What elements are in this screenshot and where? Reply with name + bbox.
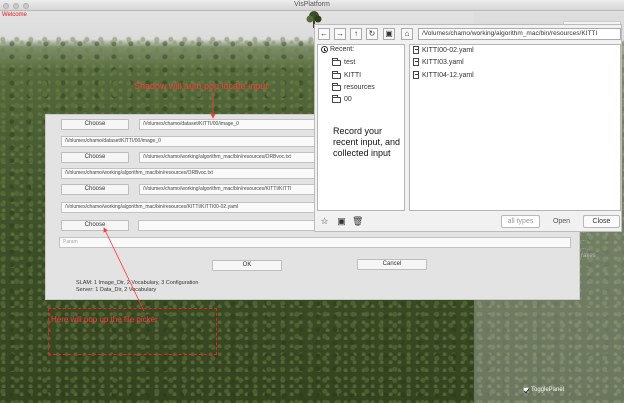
folder-icon — [332, 57, 341, 66]
extra-field[interactable] — [138, 220, 319, 231]
folder-icon — [332, 94, 341, 103]
image-dir-recent-field[interactable]: /Volumes/chamo/dataset/KITTI/00/image_0 — [61, 136, 319, 147]
forward-arrow-icon[interactable]: → — [334, 28, 346, 40]
star-icon[interactable]: ☆ — [319, 216, 330, 227]
choose-config-button[interactable]: Choose — [61, 184, 129, 195]
chooser-note: Record your recent input, and collected … — [333, 126, 401, 158]
cancel-button[interactable]: Cancel — [357, 259, 427, 270]
toggle-panel-checkbox[interactable]: TogglePanel — [523, 387, 564, 393]
side-panel-text: ... ... ... rakes — [581, 229, 596, 259]
window-title: VisPlatform — [294, 1, 330, 8]
recent-item[interactable]: test — [332, 57, 355, 66]
new-folder-icon[interactable]: ▣ — [336, 216, 347, 227]
file-item[interactable]: KITTI03.yaml — [413, 58, 464, 66]
refresh-icon[interactable]: ↻ — [366, 28, 378, 40]
clock-icon — [321, 46, 328, 53]
recent-item[interactable]: KITTI — [332, 70, 361, 79]
help-text: SLAM: 1 Image_Dir, 2 Vocabulary, 3 Confi… — [76, 280, 199, 293]
ok-button[interactable]: OK — [212, 260, 282, 271]
open-button[interactable]: Open — [545, 215, 578, 228]
file-icon — [413, 71, 419, 79]
drive-icon[interactable]: ▣ — [383, 28, 395, 40]
file-icon — [413, 46, 419, 54]
vocabulary-recent-field[interactable]: /Volumes/chamo/working/algorithm_mac/bin… — [61, 168, 319, 179]
folder-icon — [332, 82, 341, 91]
folder-icon — [332, 70, 341, 79]
choose-image-dir-button[interactable]: Choose — [61, 119, 129, 130]
files-pane — [409, 44, 621, 211]
file-item[interactable]: KITTI04-12.yaml — [413, 71, 474, 79]
checkbox-icon[interactable] — [523, 387, 529, 393]
vocabulary-field[interactable]: /Volumes/chamo/working/algorithm_mac/bin… — [139, 152, 319, 163]
choose-extra-button[interactable]: Choose — [61, 220, 129, 231]
back-arrow-icon[interactable]: ← — [318, 28, 330, 40]
annotation-box-text: Here will pop up the file picker — [51, 315, 158, 324]
recent-header: Recent: — [321, 46, 354, 53]
up-arrow-icon[interactable]: ↑ — [350, 28, 362, 40]
recent-item[interactable]: resources — [332, 82, 375, 91]
config-recent-field[interactable]: /Volumes/chamo/working/algorithm_mac/bin… — [61, 202, 319, 213]
path-input[interactable]: /Volumes/chamo/working/algorithm_mac/bin… — [418, 28, 621, 40]
toggle-panel-label: TogglePanel — [531, 387, 565, 393]
file-type-filter[interactable]: all types — [501, 215, 540, 228]
home-icon[interactable]: ⌂ — [401, 28, 413, 40]
recent-item[interactable]: 00 — [332, 94, 352, 103]
trash-icon[interactable]: 🗑 — [352, 216, 363, 227]
image-dir-field[interactable]: /Volumes/chamo/dataset/KITTI/00/image_0 — [139, 119, 319, 130]
param-field[interactable]: Param — [59, 237, 571, 248]
close-button[interactable]: Close — [583, 215, 620, 228]
config-field[interactable]: /Volumes/chamo/working/algorithm_mac/bin… — [139, 184, 319, 195]
choose-vocabulary-button[interactable]: Choose — [61, 152, 129, 163]
file-item[interactable]: KITTI00-02.yaml — [413, 46, 474, 54]
annotation-top: Shadow will auto pop locate input — [134, 81, 268, 91]
file-icon — [413, 58, 419, 66]
welcome-text: Welcome — [2, 12, 27, 18]
